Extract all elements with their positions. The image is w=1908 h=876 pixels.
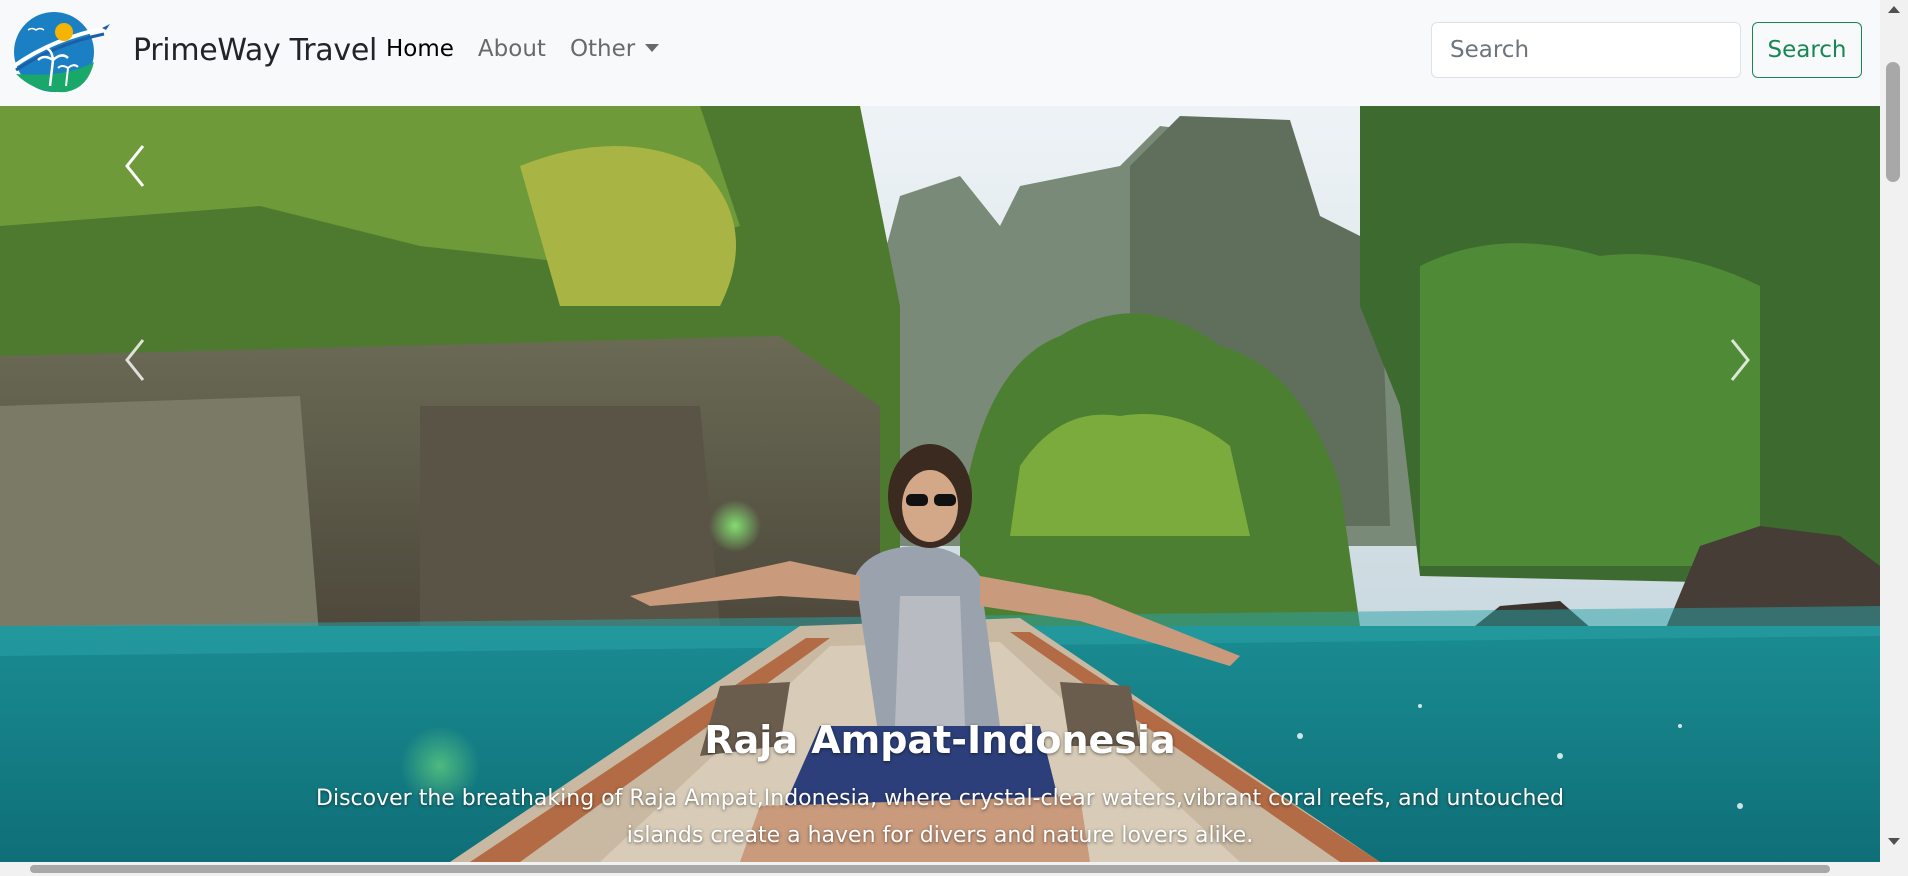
search-input[interactable] (1431, 22, 1741, 78)
navbar: PrimeWay Travel Home About Other Search (0, 0, 1880, 106)
nav-links: Home About Other (386, 36, 683, 62)
horizontal-scrollbar[interactable] (0, 862, 1908, 876)
carousel-caption-text: Discover the breathaking of Raja Ampat,I… (316, 786, 1564, 848)
nav-about-link[interactable]: About (478, 36, 546, 62)
chevron-left-icon (125, 145, 145, 187)
scroll-down-icon[interactable] (1888, 838, 1900, 845)
carousel-caption-title: Raja Ampat-Indonesia (704, 718, 1176, 762)
hero-carousel: Raja Ampat-Indonesia Discover the breath… (0, 106, 1880, 862)
logo-icon[interactable] (6, 8, 112, 94)
vertical-scroll-thumb[interactable] (1886, 62, 1900, 182)
horizontal-scroll-thumb[interactable] (30, 865, 1830, 873)
chevron-right-icon (1730, 339, 1750, 381)
nav-other-dropdown[interactable]: Other (569, 36, 660, 62)
vertical-scrollbar[interactable] (1880, 0, 1908, 862)
chevron-left-icon (125, 339, 145, 381)
scroll-up-icon[interactable] (1888, 6, 1900, 13)
carousel-next-button[interactable] (1720, 330, 1760, 390)
nav-other-label: Other (569, 36, 636, 62)
nav-home-link[interactable]: Home (386, 36, 454, 62)
caret-down-icon (645, 44, 660, 52)
carousel-prev-button-top[interactable] (115, 136, 155, 196)
carousel-prev-button[interactable] (115, 330, 155, 390)
brand-name[interactable]: PrimeWay Travel (133, 33, 377, 68)
search-button[interactable]: Search (1752, 22, 1862, 78)
